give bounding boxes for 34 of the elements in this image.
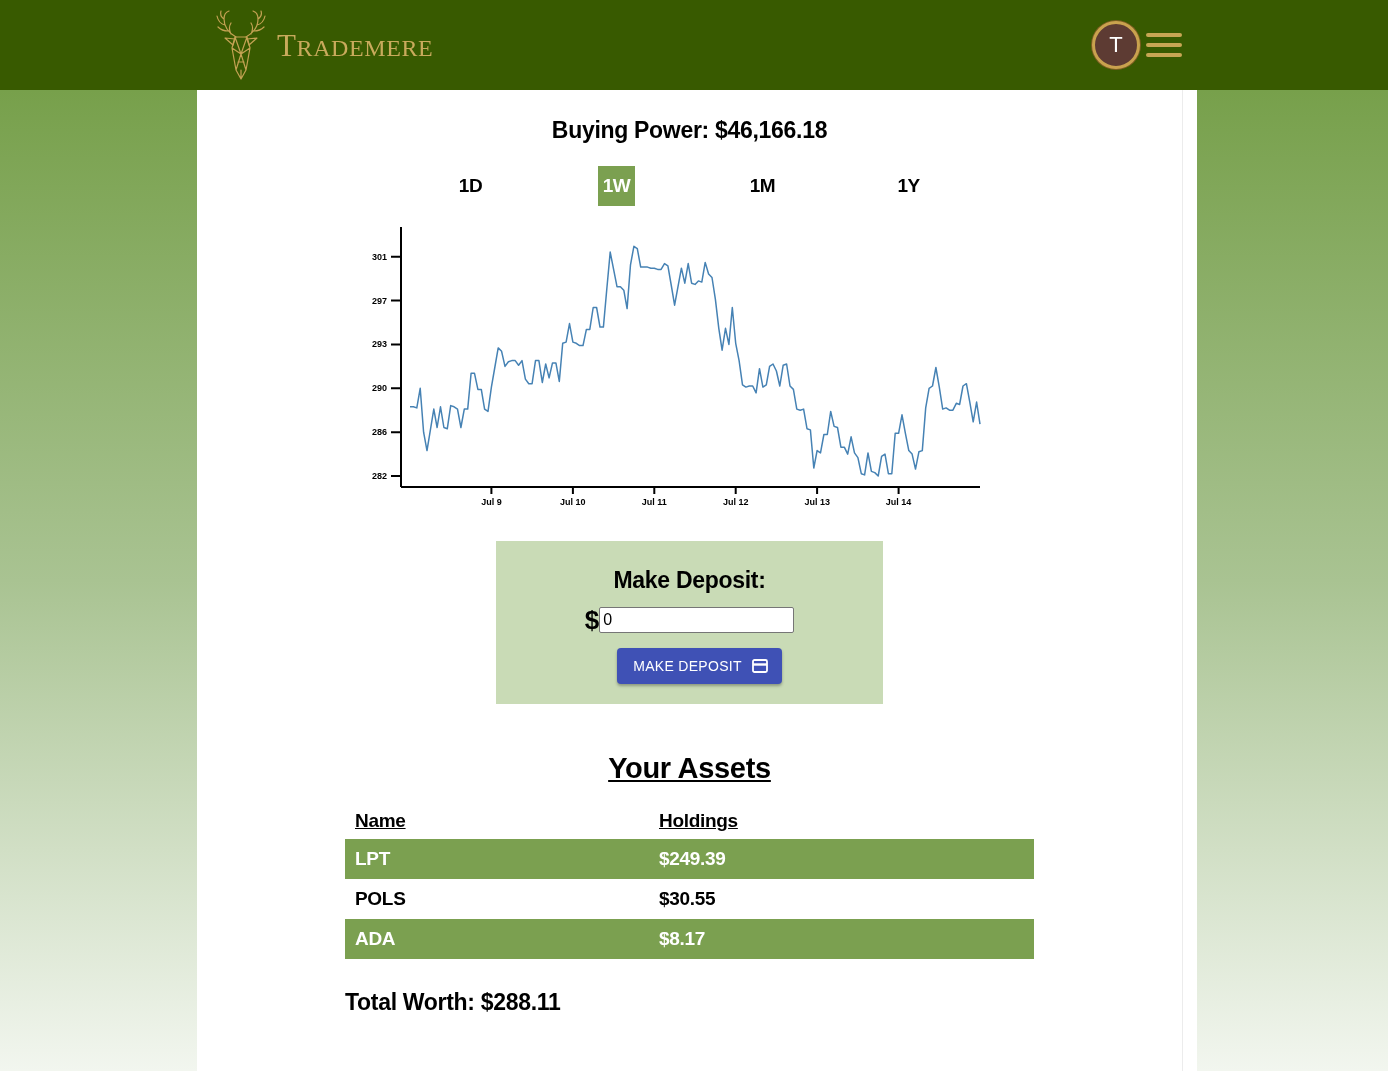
credit-card-icon <box>751 659 768 673</box>
axis-tick-label: Jul 13 <box>803 497 830 507</box>
axis-tick-label: 290 <box>371 383 387 394</box>
amount-input[interactable]: 0 <box>599 607 795 633</box>
axis-tick-label: 301 <box>371 251 387 262</box>
axis-tick-label: 286 <box>371 427 387 438</box>
deposit-title: Make Deposit: <box>613 566 766 594</box>
axis-tick-label: Jul 12 <box>722 497 748 507</box>
range-tab[interactable]: 1M <box>744 166 781 206</box>
make-deposit-button[interactable]: MAKE DEPOSIT <box>617 648 782 684</box>
column-header: Holdings <box>658 809 739 833</box>
table-cell: $8.17 <box>649 919 1034 959</box>
currency-sign: $ <box>584 606 600 634</box>
table-cell: $249.39 <box>649 839 1034 879</box>
axis-tick-label: Jul 11 <box>641 497 667 507</box>
axis-tick-label: Jul 10 <box>559 497 586 507</box>
table-cell: LPT <box>345 839 649 879</box>
menu-icon[interactable] <box>1146 33 1182 57</box>
buying-power: Buying Power: $46,166.18 <box>551 116 828 145</box>
range-tab[interactable]: 1D <box>453 166 488 206</box>
user-avatar[interactable]: T <box>1092 21 1140 69</box>
table-cell: ADA <box>345 919 649 959</box>
axis-tick-label: Jul 14 <box>885 497 911 507</box>
column-header: Name <box>354 809 407 833</box>
axis-tick-label: 293 <box>371 339 387 350</box>
axis-tick-label: 282 <box>371 471 387 481</box>
table-cell-text: $30.55 <box>658 887 717 911</box>
brand-name: TRADEMERE <box>277 30 434 64</box>
axis-tick-label: Jul 9 <box>480 497 502 507</box>
table-cell-text: POLS <box>354 887 407 911</box>
total-worth: Total Worth: $288.11 <box>345 988 561 1017</box>
range-tab[interactable]: 1Y <box>892 166 925 206</box>
axis-tick-label: 297 <box>371 295 387 306</box>
assets-title: Your Assets <box>608 751 771 786</box>
